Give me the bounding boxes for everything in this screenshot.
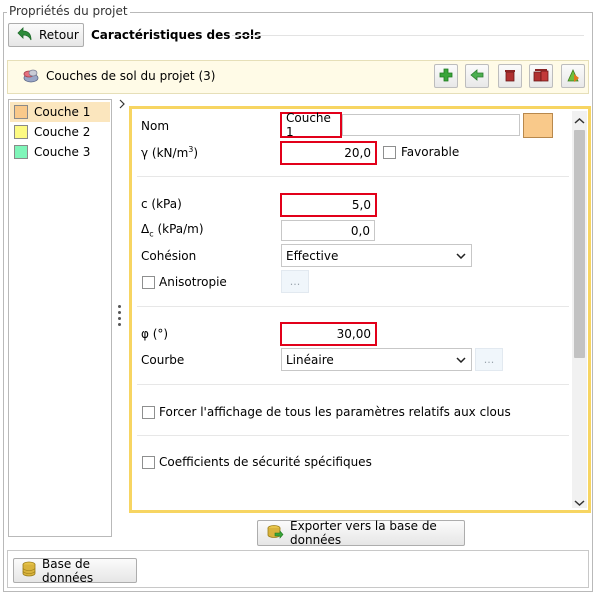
duplicate-layer-button[interactable] <box>465 64 489 88</box>
coefficients-securite-checkbox[interactable] <box>142 456 155 469</box>
cohesion-value: Effective <box>286 248 339 263</box>
layer-item-3[interactable]: Couche 3 <box>10 142 110 162</box>
export-to-database-button[interactable]: Exporter vers la base de données <box>257 519 465 547</box>
forcer-affichage-checkbox[interactable] <box>142 406 155 419</box>
delta-c-input[interactable]: 0,0 <box>281 220 375 241</box>
delete-all-layers-button[interactable] <box>529 64 553 88</box>
favorable-label: Favorable <box>401 145 460 159</box>
database-button-label: Base de données <box>42 556 94 585</box>
scroll-up-icon[interactable] <box>574 114 585 128</box>
courbe-options-button[interactable]: ... <box>475 348 503 371</box>
gamma-label: γ (kN/m3) <box>141 145 199 160</box>
layers-list: Couche 1 Couche 2 Couche 3 <box>8 99 112 537</box>
back-arrow-icon <box>17 26 33 44</box>
back-button[interactable]: Retour <box>8 23 84 47</box>
nom-value: Couche 1 <box>286 111 331 139</box>
layer-item-2[interactable]: Couche 2 <box>10 122 110 142</box>
nom-label: Nom <box>141 119 170 133</box>
section-divider <box>137 306 569 307</box>
splitter-caret-icon <box>119 98 125 112</box>
layer-properties-panel <box>129 106 591 513</box>
anisotropie-label: Anisotropie <box>159 275 227 289</box>
import-layer-button[interactable] <box>561 64 585 88</box>
chevron-down-icon <box>451 245 471 266</box>
layers-title: Couches de sol du projet (3) <box>46 69 216 83</box>
soil-layers-icon <box>22 66 40 84</box>
anisotropie-checkbox[interactable] <box>142 276 155 289</box>
phi-input[interactable]: 30,00 <box>280 322 377 346</box>
phi-value: 30,00 <box>336 327 371 341</box>
scroll-down-icon[interactable] <box>574 496 585 510</box>
import-icon <box>565 67 581 86</box>
delete-layer-button[interactable] <box>498 64 522 88</box>
duplicate-icon <box>469 67 485 86</box>
database-icon <box>22 561 36 580</box>
chevron-down-icon <box>451 349 471 370</box>
splitter-handle[interactable] <box>118 305 122 329</box>
courbe-select[interactable]: Linéaire <box>281 348 472 371</box>
coefficients-securite-label: Coefficients de sécurité spécifiques <box>159 455 372 469</box>
group-title: Propriétés du projet <box>7 4 130 18</box>
layer-name: Couche 3 <box>34 145 91 159</box>
back-button-label: Retour <box>39 28 79 42</box>
courbe-value: Linéaire <box>286 352 334 367</box>
database-button[interactable]: Base de données <box>13 556 137 585</box>
phi-label: φ (°) <box>141 327 169 341</box>
c-input[interactable]: 5,0 <box>280 193 377 217</box>
title-divider <box>232 35 584 36</box>
cohesion-select[interactable]: Effective <box>281 244 472 267</box>
layer-color-swatch <box>14 145 28 159</box>
nom-input[interactable]: Couche 1 <box>280 111 342 139</box>
delete-icon <box>502 67 518 86</box>
cohesion-label: Cohésion <box>141 249 197 263</box>
gamma-input[interactable]: 20,0 <box>280 141 377 165</box>
layer-color-swatch <box>14 125 28 139</box>
layer-name: Couche 1 <box>34 105 91 119</box>
section-divider <box>137 176 569 177</box>
database-export-icon <box>266 524 284 543</box>
c-label: c (kPa) <box>141 197 182 211</box>
scrollbar-thumb[interactable] <box>574 130 585 358</box>
add-layer-button[interactable] <box>434 64 458 88</box>
delete-all-icon <box>532 67 550 86</box>
favorable-checkbox[interactable] <box>383 146 396 159</box>
layer-name: Couche 2 <box>34 125 91 139</box>
gamma-value: 20,0 <box>344 146 371 160</box>
forcer-affichage-label: Forcer l'affichage de tous les paramètre… <box>159 405 511 419</box>
section-divider <box>137 435 569 436</box>
export-label: Exporter vers la base de données <box>290 519 437 547</box>
nom-input-extension[interactable] <box>342 114 520 136</box>
anisotropie-options-button[interactable]: ... <box>281 270 309 293</box>
c-value: 5,0 <box>351 198 371 212</box>
layer-color-picker[interactable] <box>523 113 553 138</box>
layer-item-1[interactable]: Couche 1 <box>10 102 110 122</box>
delta-c-value: 0,0 <box>350 223 370 238</box>
courbe-label: Courbe <box>141 353 185 367</box>
section-divider <box>137 384 569 385</box>
layer-color-swatch <box>14 105 28 119</box>
add-icon <box>438 67 454 86</box>
delta-c-label: Δc (kPa/m) <box>141 222 204 239</box>
